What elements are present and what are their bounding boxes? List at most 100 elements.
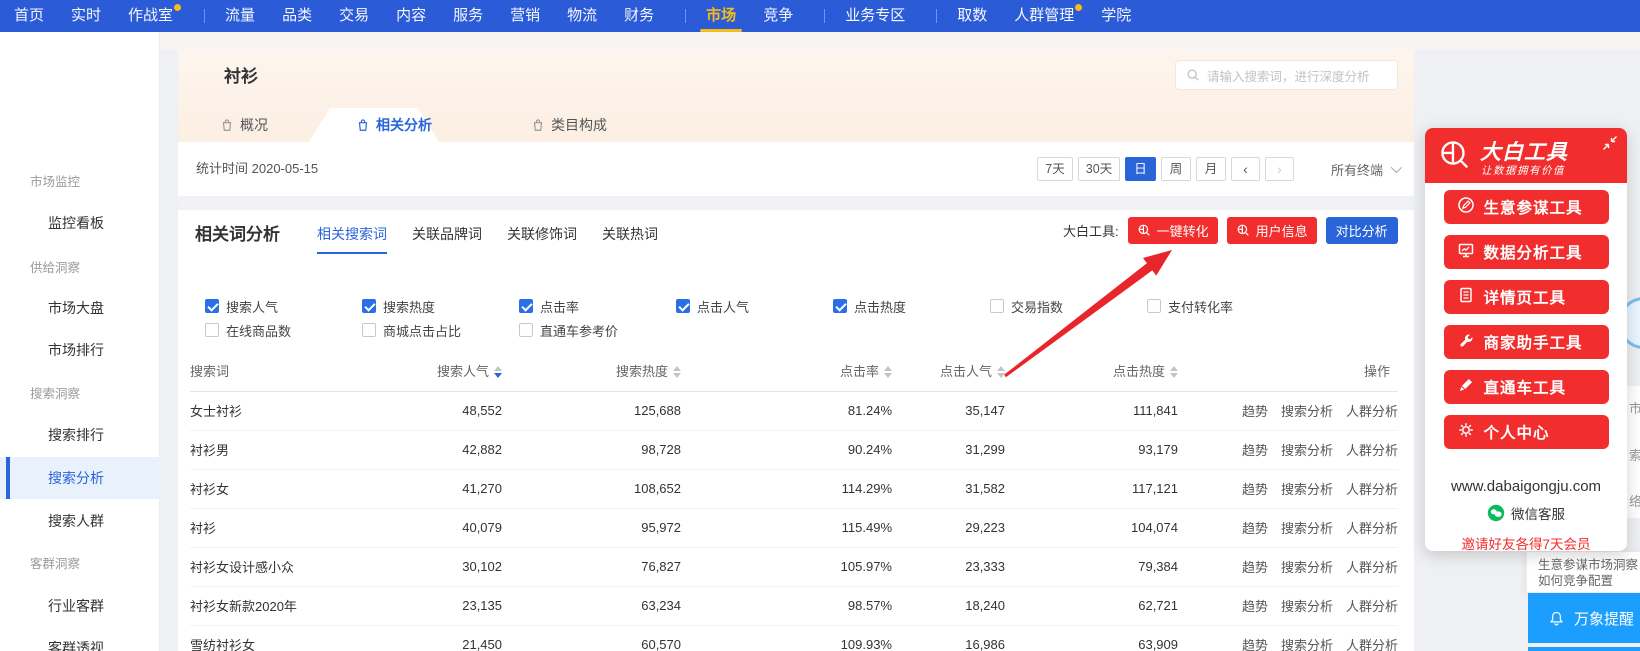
search-input[interactable]: 请输入搜索词，进行深度分析 (1175, 60, 1398, 90)
panel-website[interactable]: www.dabaigongju.com (1425, 478, 1627, 495)
action-link-趋势[interactable]: 趋势 (1242, 521, 1268, 536)
nav-item-实时[interactable]: 实时 (71, 0, 101, 32)
wanxiang-reminder-button[interactable]: 万象提醒 (1528, 593, 1640, 643)
range-month-button[interactable]: 月 (1196, 157, 1226, 181)
action-link-搜索分析[interactable]: 搜索分析 (1281, 482, 1333, 497)
sort-icon[interactable] (997, 366, 1005, 379)
action-link-趋势[interactable]: 趋势 (1242, 404, 1268, 419)
nav-item-物流[interactable]: 物流 (567, 0, 597, 32)
filter-点击人气[interactable]: 点击人气 (676, 298, 749, 315)
nav-item-市场[interactable]: 市场 (700, 0, 743, 32)
range-7d-button[interactable]: 7天 (1037, 157, 1073, 181)
nav-item-营销[interactable]: 营销 (510, 0, 540, 32)
filter-交易指数[interactable]: 交易指数 (990, 298, 1063, 315)
action-link-趋势[interactable]: 趋势 (1242, 638, 1268, 651)
checkbox-支付转化率[interactable] (1147, 299, 1161, 313)
tab-related-analysis[interactable]: 相关分析 (356, 108, 432, 142)
column-header-点击人气[interactable]: 点击人气 (892, 350, 1005, 392)
panel-button-详情页工具[interactable]: 详情页工具 (1443, 280, 1609, 314)
filter-搜索人气[interactable]: 搜索人气 (205, 298, 278, 315)
column-header-点击热度[interactable]: 点击热度 (1005, 350, 1178, 392)
tab-brand-words[interactable]: 关联品牌词 (412, 224, 482, 254)
filter-直通车参考价[interactable]: 直通车参考价 (519, 322, 618, 339)
panel-button-数据分析工具[interactable]: 数据分析工具 (1443, 235, 1609, 269)
nav-item-学院[interactable]: 学院 (1101, 0, 1131, 32)
nav-item-交易[interactable]: 交易 (339, 0, 369, 32)
nav-item-作战室[interactable]: 作战室 (128, 0, 182, 32)
checkbox-在线商品数[interactable] (205, 323, 219, 337)
panel-button-个人中心[interactable]: 个人中心 (1443, 415, 1609, 449)
action-link-搜索分析[interactable]: 搜索分析 (1281, 599, 1333, 614)
range-30d-button[interactable]: 30天 (1078, 157, 1120, 181)
nav-item-业务专区[interactable]: 业务专区 (845, 0, 905, 32)
column-header-点击率[interactable]: 点击率 (681, 350, 892, 392)
sidebar-item-市场排行[interactable]: 市场排行 (0, 329, 160, 371)
range-day-button[interactable]: 日 (1125, 157, 1156, 181)
action-link-人群分析[interactable]: 人群分析 (1346, 443, 1398, 458)
nav-item-品类[interactable]: 品类 (282, 0, 312, 32)
action-link-人群分析[interactable]: 人群分析 (1346, 599, 1398, 614)
panel-button-直通车工具[interactable]: 直通车工具 (1443, 370, 1609, 404)
filter-点击热度[interactable]: 点击热度 (833, 298, 906, 315)
action-link-搜索分析[interactable]: 搜索分析 (1281, 443, 1333, 458)
tab-modifier-words[interactable]: 关联修饰词 (507, 224, 577, 254)
checkbox-商城点击占比[interactable] (362, 323, 376, 337)
sort-icon[interactable] (673, 366, 681, 379)
sidebar-item-监控看板[interactable]: 监控看板 (0, 202, 160, 244)
sidebar-item-市场大盘[interactable]: 市场大盘 (0, 287, 160, 329)
checkbox-搜索人气[interactable] (205, 299, 219, 313)
column-header-搜索热度[interactable]: 搜索热度 (502, 350, 681, 392)
action-link-人群分析[interactable]: 人群分析 (1346, 638, 1398, 651)
wechat-support[interactable]: 微信客服 (1425, 503, 1627, 523)
action-link-人群分析[interactable]: 人群分析 (1346, 521, 1398, 536)
filter-搜索热度[interactable]: 搜索热度 (362, 298, 435, 315)
checkbox-交易指数[interactable] (990, 299, 1004, 313)
nav-item-首页[interactable]: 首页 (14, 0, 44, 32)
next-date-button[interactable]: › (1265, 157, 1294, 181)
tab-category-composition[interactable]: 类目构成 (531, 108, 607, 142)
column-header-搜索人气[interactable]: 搜索人气 (370, 350, 502, 392)
prev-date-button[interactable]: ‹ (1231, 157, 1260, 181)
one-click-convert-button[interactable]: 一键转化 (1127, 216, 1218, 244)
panel-button-商家助手工具[interactable]: 商家助手工具 (1443, 325, 1609, 359)
checkbox-点击率[interactable] (519, 299, 533, 313)
nav-item-服务[interactable]: 服务 (453, 0, 483, 32)
sort-icon[interactable] (494, 366, 502, 379)
action-link-搜索分析[interactable]: 搜索分析 (1281, 560, 1333, 575)
action-link-人群分析[interactable]: 人群分析 (1346, 404, 1398, 419)
sidebar-item-搜索人群[interactable]: 搜索人群 (0, 500, 160, 542)
action-link-趋势[interactable]: 趋势 (1242, 560, 1268, 575)
action-link-趋势[interactable]: 趋势 (1242, 599, 1268, 614)
terminal-select[interactable]: 所有终端 (1331, 160, 1403, 179)
compare-analysis-button[interactable]: 对比分析 (1325, 216, 1398, 244)
filter-在线商品数[interactable]: 在线商品数 (205, 322, 291, 339)
checkbox-搜索热度[interactable] (362, 299, 376, 313)
action-link-搜索分析[interactable]: 搜索分析 (1281, 521, 1333, 536)
tab-overview[interactable]: 概况 (220, 108, 268, 142)
sort-icon[interactable] (884, 366, 892, 379)
nav-item-内容[interactable]: 内容 (396, 0, 426, 32)
action-link-趋势[interactable]: 趋势 (1242, 443, 1268, 458)
nav-item-财务[interactable]: 财务 (624, 0, 654, 32)
action-link-搜索分析[interactable]: 搜索分析 (1281, 638, 1333, 651)
tab-hot-words[interactable]: 关联热词 (602, 224, 658, 254)
action-link-人群分析[interactable]: 人群分析 (1346, 482, 1398, 497)
invite-link[interactable]: 邀请好友各得7天会员 (1425, 533, 1627, 553)
sidebar-item-行业客群[interactable]: 行业客群 (0, 585, 160, 627)
sidebar-item-搜索分析[interactable]: 搜索分析 (0, 457, 160, 499)
range-week-button[interactable]: 周 (1161, 157, 1191, 181)
collapse-icon[interactable] (1602, 135, 1618, 151)
nav-item-流量[interactable]: 流量 (225, 0, 255, 32)
sidebar-item-客群透视[interactable]: 客群透视 (0, 627, 160, 651)
checkbox-点击热度[interactable] (833, 299, 847, 313)
panel-button-生意参谋工具[interactable]: 生意参谋工具 (1443, 190, 1609, 224)
filter-点击率[interactable]: 点击率 (519, 298, 579, 315)
sort-icon[interactable] (1170, 366, 1178, 379)
tab-related-search-words[interactable]: 相关搜索词 (317, 224, 387, 254)
filter-支付转化率[interactable]: 支付转化率 (1147, 298, 1233, 315)
checkbox-直通车参考价[interactable] (519, 323, 533, 337)
action-link-搜索分析[interactable]: 搜索分析 (1281, 404, 1333, 419)
nav-item-取数[interactable]: 取数 (957, 0, 987, 32)
nav-item-人群管理[interactable]: 人群管理 (1014, 0, 1083, 32)
user-info-button[interactable]: 用户信息 (1226, 216, 1317, 244)
